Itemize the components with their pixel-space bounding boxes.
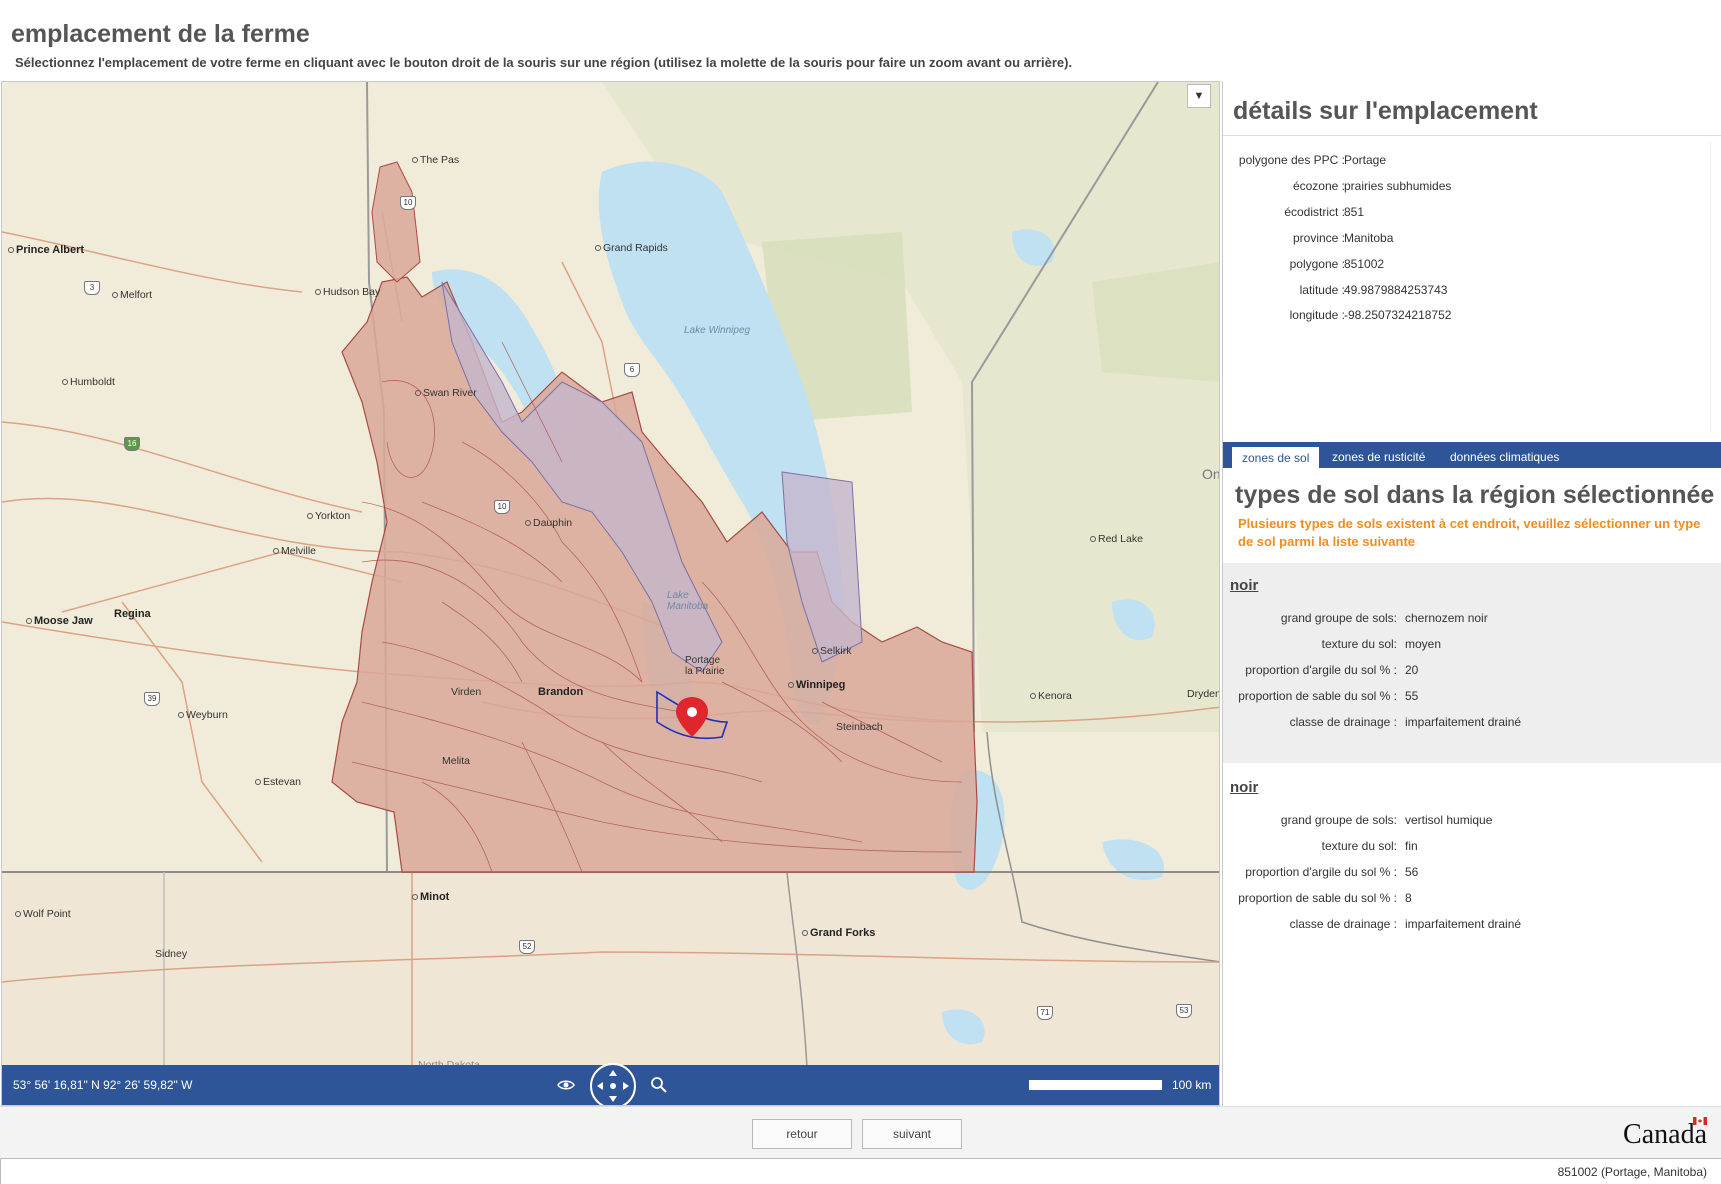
place-label: Swan River xyxy=(415,387,477,399)
place-label: On xyxy=(1202,466,1220,482)
next-button[interactable]: suivant xyxy=(862,1119,962,1149)
place-label: Brandon xyxy=(538,686,584,698)
page-instructions: Sélectionnez l'emplacement de votre ferm… xyxy=(15,55,1073,70)
place-label: Weyburn xyxy=(178,709,228,721)
place-label: Winnipeg xyxy=(788,679,845,691)
place-label: Melfort xyxy=(112,289,152,301)
soil-name-link[interactable]: noir xyxy=(1230,577,1258,594)
place-label: The Pas xyxy=(412,154,459,166)
soil-row: proportion d'argile du sol % : 56 xyxy=(1245,865,1419,879)
eye-icon[interactable] xyxy=(557,1077,575,1093)
soil-row: grand groupe de sols: vertisol humique xyxy=(1280,813,1493,827)
tab-climate-data[interactable]: données climatiques xyxy=(1440,446,1569,468)
highway-shield: 52 xyxy=(519,940,535,954)
basemap[interactable] xyxy=(2,82,1220,1067)
highway-shield: 16 xyxy=(124,437,140,451)
water-label: Lake Winnipeg xyxy=(684,325,751,336)
place-label: Hudson Bay xyxy=(315,286,380,298)
soil-card[interactable]: noir grand groupe de sols: chernozem noi… xyxy=(1223,563,1721,763)
detail-row: polygone : 851002 xyxy=(1289,257,1385,271)
pan-control[interactable] xyxy=(590,1063,636,1105)
side-panel: détails sur l'emplacement polygone des P… xyxy=(1222,81,1721,1106)
tab-soil-zones[interactable]: zones de sol xyxy=(1231,446,1321,468)
soil-card[interactable]: noir grand groupe de sols: vertisol humi… xyxy=(1223,765,1721,965)
scale-label: 100 km xyxy=(1172,1078,1212,1092)
detail-row: écozone : prairies subhumides xyxy=(1292,179,1452,193)
map-toolbar: 53° 56' 16,81" N 92° 26' 59,82" W 100 km xyxy=(2,1063,1219,1105)
page-title: emplacement de la ferme xyxy=(11,20,310,48)
soil-row: grand groupe de sols: chernozem noir xyxy=(1280,611,1488,625)
tabs-bar: zones de sol zones de rusticité données … xyxy=(1223,442,1721,468)
back-button[interactable]: retour xyxy=(752,1119,852,1149)
map-view[interactable]: The Pas Prince Albert Grand Rapids Melfo… xyxy=(1,81,1220,1106)
soil-row: texture du sol: moyen xyxy=(1321,637,1442,651)
soil-name-link[interactable]: noir xyxy=(1230,779,1258,796)
highway-shield: 53 xyxy=(1176,1004,1192,1018)
details-list: polygone des PPC : Portage écozone : pra… xyxy=(1223,135,1721,440)
highway-shield: 10 xyxy=(400,196,416,210)
details-title: détails sur l'emplacement xyxy=(1233,97,1538,125)
soil-types-title: types de sol dans la région sélectionnée xyxy=(1235,481,1715,509)
detail-row: longitude : -98.2507324218752 xyxy=(1289,308,1452,322)
soil-row: classe de drainage : imparfaitement drai… xyxy=(1289,715,1522,729)
soil-row: texture du sol: fin xyxy=(1321,839,1418,853)
scale-bar xyxy=(1029,1080,1162,1090)
footer-bar: retour suivant Canada xyxy=(0,1106,1721,1158)
place-label: Portage la Prairie xyxy=(685,655,725,677)
place-label: Melita xyxy=(442,755,471,767)
tab-hardiness-zones[interactable]: zones de rusticité xyxy=(1322,446,1435,468)
map-menu-button[interactable]: ▼ xyxy=(1187,84,1211,108)
place-label: Yorkton xyxy=(307,510,350,522)
highway-shield: 6 xyxy=(624,363,640,377)
canada-flag-icon xyxy=(1693,1117,1707,1125)
place-label: Prince Albert xyxy=(8,244,84,256)
highway-shield: 39 xyxy=(144,692,160,706)
soil-selection-note: Plusieurs types de sols existent à cet e… xyxy=(1238,516,1701,549)
place-label: Steinbach xyxy=(836,721,883,733)
place-label: Minot xyxy=(412,891,449,903)
place-label: Red Lake xyxy=(1090,533,1143,545)
place-label: Wolf Point xyxy=(15,908,71,920)
status-text: 851002 (Portage, Manitoba) xyxy=(1557,1165,1707,1179)
place-label: Dryden xyxy=(1187,688,1220,700)
detail-row: écodistrict : 851 xyxy=(1284,205,1365,219)
highway-shield: 10 xyxy=(494,500,510,514)
detail-row: province : Manitoba xyxy=(1292,231,1394,245)
place-label: Kenora xyxy=(1030,690,1072,702)
soil-row: proportion de sable du sol % : 8 xyxy=(1238,891,1412,905)
place-label: Regina xyxy=(114,608,151,620)
pan-arrows-icon xyxy=(597,1070,629,1102)
soil-row: proportion de sable du sol % : 55 xyxy=(1238,689,1419,703)
place-label: Grand Forks xyxy=(802,927,875,939)
place-label: Dauphin xyxy=(525,517,572,529)
place-label: Selkirk xyxy=(812,645,852,657)
app-window: emplacement de la ferme Sélectionnez l'e… xyxy=(0,0,1721,1184)
place-label: Virden xyxy=(451,686,482,698)
place-label: Melville xyxy=(273,545,316,557)
coordinates-readout: 53° 56' 16,81" N 92° 26' 59,82" W xyxy=(13,1078,193,1092)
place-label: Grand Rapids xyxy=(595,242,668,254)
status-bar: 851002 (Portage, Manitoba) xyxy=(0,1158,1721,1184)
place-label: Sidney xyxy=(155,948,188,960)
highway-shield: 71 xyxy=(1037,1006,1053,1020)
highway-shield: 3 xyxy=(84,281,100,295)
soil-row: classe de drainage : imparfaitement drai… xyxy=(1289,917,1522,931)
soil-row: proportion d'argile du sol % : 20 xyxy=(1245,663,1419,677)
water-label: Lake Manitoba xyxy=(667,590,709,612)
details-scrollbar[interactable] xyxy=(1710,142,1720,432)
place-label: Moose Jaw xyxy=(26,615,93,627)
place-label: Estevan xyxy=(255,776,301,788)
detail-row: latitude : 49.9879884253743 xyxy=(1299,283,1448,297)
detail-row: polygone des PPC : Portage xyxy=(1238,153,1387,167)
search-icon[interactable] xyxy=(650,1076,668,1094)
place-label: Humboldt xyxy=(62,376,115,388)
